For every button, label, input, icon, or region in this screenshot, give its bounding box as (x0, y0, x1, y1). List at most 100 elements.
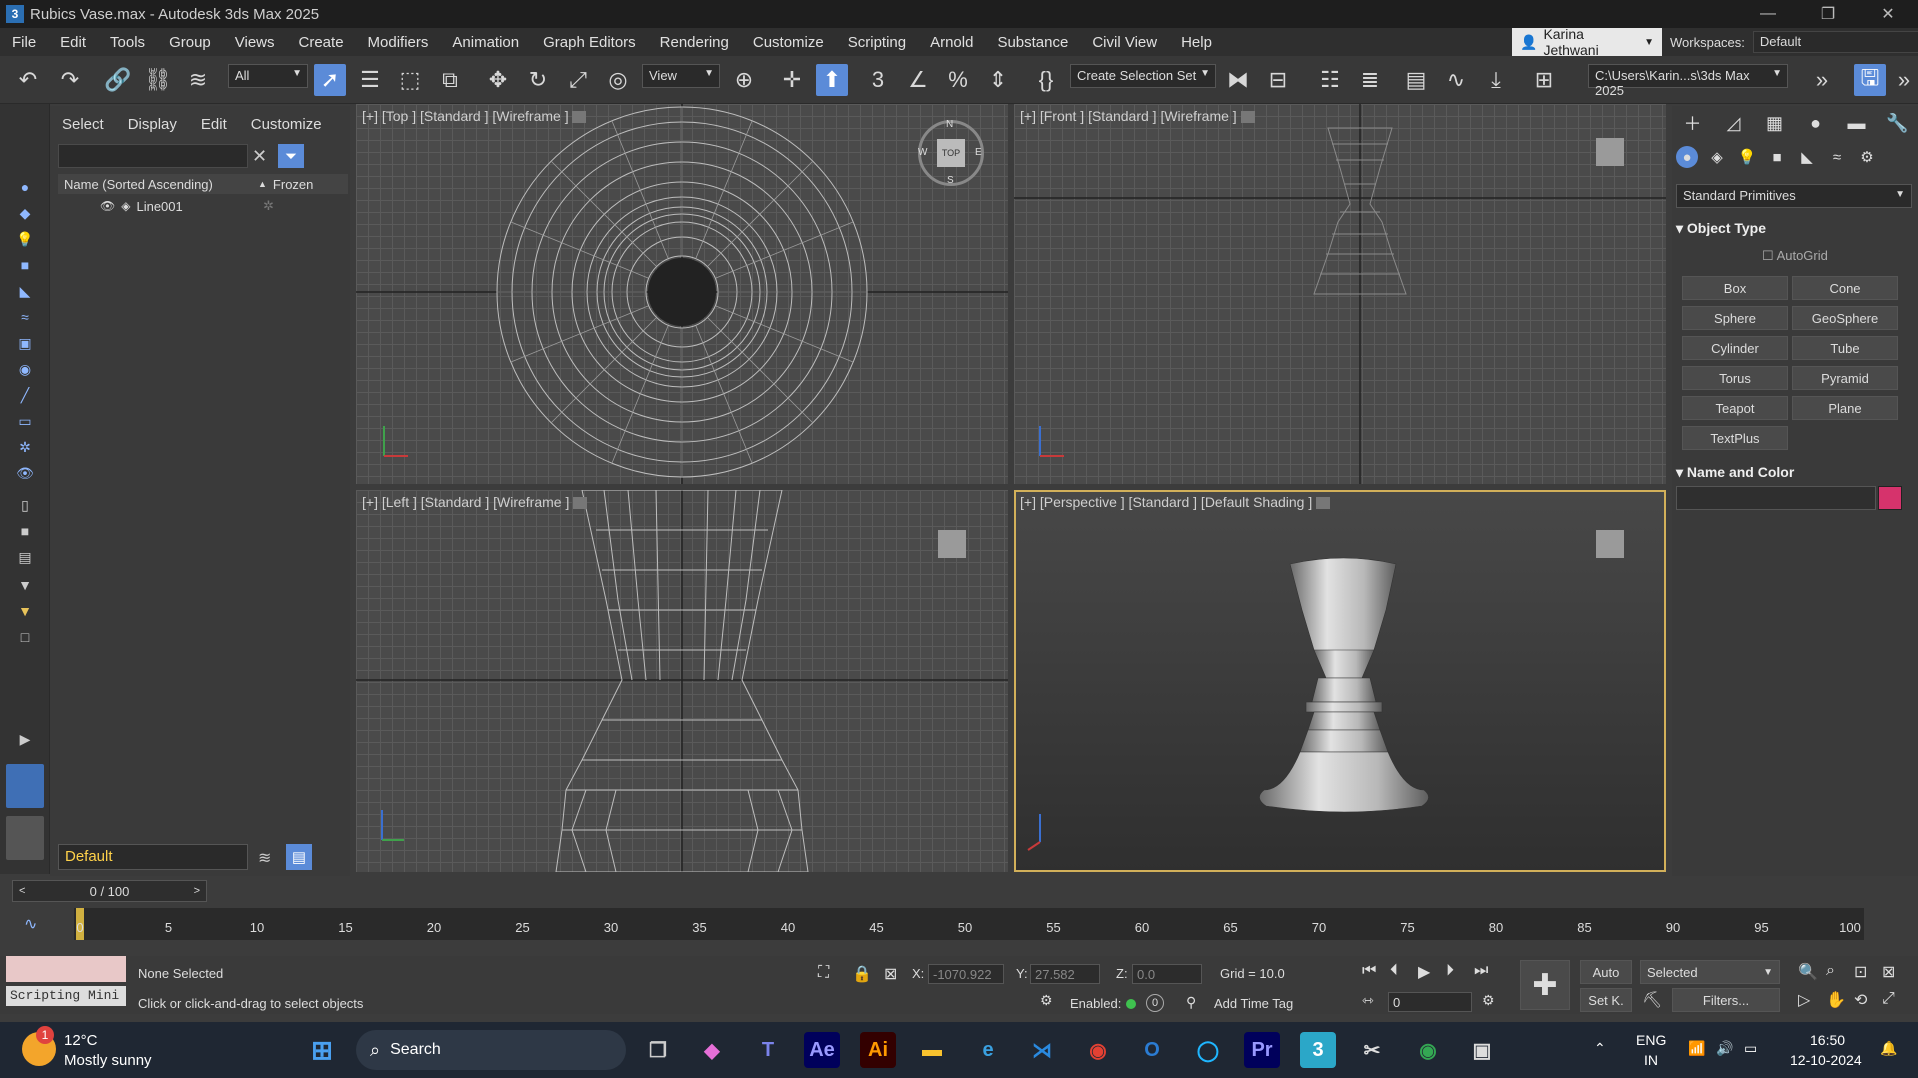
illustrator-icon[interactable]: Ai (860, 1032, 896, 1068)
3dsmax-app-icon[interactable]: 3 (6, 5, 24, 23)
menu-animation[interactable]: Animation (440, 34, 531, 51)
y-coordinate-field[interactable]: 27.582 (1030, 964, 1100, 984)
space-warps-icon[interactable]: ≈ (1822, 146, 1852, 168)
menu-create[interactable]: Create (287, 34, 356, 51)
object-type-rollout[interactable]: ▾ Object Type (1676, 220, 1912, 237)
display-all-icon[interactable]: 👁 (14, 462, 36, 484)
windows-start-icon[interactable]: ⊞ (304, 1032, 340, 1068)
shapes-icon[interactable]: ◈ (1702, 146, 1732, 168)
layer-dropdown[interactable]: Default (58, 844, 248, 870)
helpers-icon[interactable]: ◣ (1792, 146, 1822, 168)
clear-search-icon[interactable]: ✕ (252, 146, 267, 167)
play-icon[interactable]: ▶ (1418, 962, 1430, 982)
menu-arnold[interactable]: Arnold (918, 34, 985, 51)
scripting-mini-input[interactable]: Scripting Mini (6, 986, 126, 1006)
absolute-mode-icon[interactable]: ⊠ (884, 964, 897, 984)
move-icon[interactable]: ✥ (482, 64, 514, 96)
tab-customize[interactable]: Customize (239, 116, 334, 133)
go-to-end-icon[interactable]: ⏭ (1474, 962, 1488, 980)
copilot-icon[interactable]: ◆ (694, 1032, 730, 1068)
motion-tab-icon[interactable]: ● (1795, 110, 1836, 136)
column-frozen[interactable]: Frozen (273, 177, 313, 192)
menu-customize[interactable]: Customize (741, 34, 836, 51)
toggle-ribbon-icon[interactable]: ▤ (1400, 64, 1432, 96)
display-cameras-icon[interactable]: ■ (14, 254, 36, 276)
volume-icon[interactable]: 🔊 (1716, 1040, 1733, 1057)
eye-icon[interactable]: 👁 (100, 199, 115, 213)
menu-civil-view[interactable]: Civil View (1080, 34, 1169, 51)
viewport-label[interactable]: [+] [Left ] [Standard ] [Wireframe ] (362, 494, 588, 510)
rect-selection-icon[interactable]: ⬚ (394, 64, 426, 96)
select-object-icon[interactable]: ➚ (314, 64, 346, 96)
select-manipulate-icon[interactable]: ✛ (776, 64, 808, 96)
keyboard-shortcut-override-icon[interactable]: ⬆ (816, 64, 848, 96)
project-folder-dropdown[interactable]: C:\Users\Karin...s\3ds Max 2025 ▼ (1588, 64, 1788, 98)
next-frame-icon[interactable]: ⏵ (1446, 962, 1454, 980)
display-shapes-icon[interactable]: ◆ (14, 202, 36, 224)
create-selection-set-dropdown[interactable]: Create Selection Set ▼ (1070, 64, 1216, 88)
mirror-icon[interactable]: ⧓ (1222, 64, 1254, 96)
menu-rendering[interactable]: Rendering (648, 34, 741, 51)
display-geometry-icon[interactable]: ● (14, 176, 36, 198)
cone-button[interactable]: Cone (1792, 276, 1898, 300)
vscode-icon[interactable]: ⋊ (1024, 1032, 1060, 1068)
key-mode-icon[interactable]: ⇿ (1362, 992, 1374, 1009)
filter-icon[interactable]: ▼ (14, 574, 36, 596)
menu-edit[interactable]: Edit (48, 34, 98, 51)
filter-selected-icon[interactable]: ▼ (14, 600, 36, 622)
time-config-icon[interactable]: ⚙ (1482, 992, 1495, 1009)
viewport-front[interactable]: [+] [Front ] [Standard ] [Wireframe ] (1014, 104, 1666, 484)
menu-help[interactable]: Help (1169, 34, 1224, 51)
zoom-all-icon[interactable]: ⌕ (1826, 962, 1835, 980)
more-icon[interactable]: » (1888, 64, 1918, 96)
name-color-rollout[interactable]: ▾ Name and Color (1676, 464, 1912, 481)
3dsmax-taskbar-icon[interactable]: 3 (1300, 1032, 1336, 1068)
viewport-layout-icon[interactable] (6, 764, 44, 808)
curve-editor-mini-icon[interactable]: ∿ (24, 914, 37, 934)
render-setup-icon[interactable]: 🖫 (1854, 64, 1886, 96)
viewport-menu-icon[interactable] (1240, 111, 1255, 124)
zoom-icon[interactable]: 🔍 (1798, 962, 1818, 982)
autogrid-checkbox[interactable]: ☐ AutoGrid (1762, 248, 1828, 264)
taskbar-search[interactable]: ⌕ Search (356, 1030, 626, 1070)
sphere-button[interactable]: Sphere (1682, 306, 1788, 330)
restore-icon[interactable]: ❐ (1798, 0, 1858, 28)
edge-icon[interactable]: e (970, 1032, 1006, 1068)
maxscript-listener-area[interactable] (6, 956, 126, 982)
scene-search-input[interactable] (58, 144, 248, 168)
percent-snap-icon[interactable]: % (942, 64, 974, 96)
geometry-icon[interactable]: ● (1676, 146, 1698, 168)
cylinder-button[interactable]: Cylinder (1682, 336, 1788, 360)
file-explorer-icon[interactable]: ▬ (914, 1032, 950, 1068)
display-groups-icon[interactable]: ▣ (14, 332, 36, 354)
viewport-label[interactable]: [+] [Front ] [Standard ] [Wireframe ] (1020, 108, 1255, 124)
wifi-icon[interactable]: 📶 (1688, 1040, 1705, 1057)
list-item[interactable]: 👁 ◈ Line001 ✲ (58, 196, 348, 216)
display-xrefs-icon[interactable]: ◉ (14, 358, 36, 380)
viewport-menu-icon[interactable] (573, 497, 588, 510)
isolate-selection-icon[interactable]: ⛶ (818, 964, 829, 982)
viewport-menu-icon[interactable] (572, 111, 587, 124)
systems-icon[interactable]: ⚙ (1852, 146, 1882, 168)
viewport-top[interactable]: TOP N S E W [+] [Top ] [Standard ] [Wire… (356, 104, 1008, 484)
torus-button[interactable]: Torus (1682, 366, 1788, 390)
go-to-start-icon[interactable]: ⏮ (1362, 962, 1376, 980)
x-coordinate-field[interactable]: -1070.922 (928, 964, 1004, 984)
single-viewport-icon[interactable] (6, 816, 44, 860)
create-tab-icon[interactable]: ＋ (1672, 110, 1713, 136)
redo-icon[interactable]: ↷ (54, 64, 86, 96)
viewcube-compass[interactable]: TOP N S E W (918, 119, 984, 186)
printer-icon[interactable]: ▣ (1464, 1032, 1500, 1068)
cameras-icon[interactable]: ■ (1762, 146, 1792, 168)
teams-icon[interactable]: T (750, 1032, 786, 1068)
spinner-snap-icon[interactable]: ⇕ (982, 64, 1014, 96)
schematic-view-icon[interactable]: ⤓ (1480, 64, 1512, 96)
window-crossing-icon[interactable]: ⧉ (434, 64, 466, 96)
edit-named-selection-icon[interactable]: {} (1030, 64, 1062, 96)
outlook-icon[interactable]: O (1134, 1032, 1170, 1068)
key-mode-toggle-icon[interactable]: ⛏ (1642, 990, 1662, 1010)
notifications-bell-icon[interactable]: 🔔 (1880, 1040, 1897, 1057)
container-icon[interactable]: □ (14, 626, 36, 648)
prev-frame-icon[interactable]: < (19, 885, 25, 897)
menu-views[interactable]: Views (223, 34, 287, 51)
